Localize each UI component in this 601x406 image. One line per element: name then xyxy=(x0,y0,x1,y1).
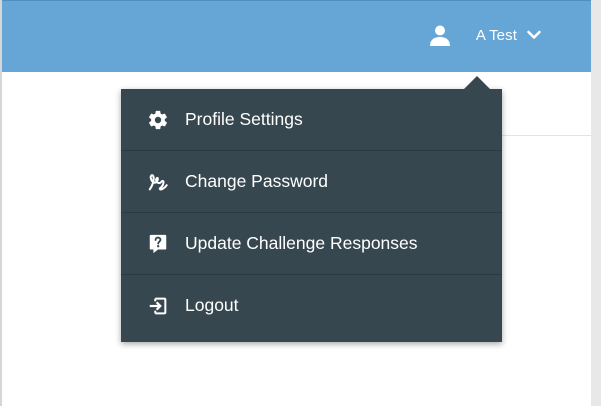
user-menu-toggle[interactable]: A Test xyxy=(428,23,543,47)
dropdown-caret xyxy=(464,76,490,89)
top-bar: A Test xyxy=(2,0,591,72)
menu-item-label: Change Password xyxy=(185,170,328,191)
logout-icon xyxy=(147,295,169,317)
menu-item-update-challenge-responses[interactable]: Update Challenge Responses xyxy=(121,213,502,275)
user-dropdown-menu: Profile Settings Change Password Update … xyxy=(121,76,502,342)
menu-item-profile-settings[interactable]: Profile Settings xyxy=(121,89,502,151)
content-divider xyxy=(502,135,591,136)
menu-item-label: Update Challenge Responses xyxy=(185,232,418,253)
menu-item-label: Logout xyxy=(185,295,239,316)
app-window: A Test Profile Settings Change Password … xyxy=(0,0,601,406)
menu-item-label: Profile Settings xyxy=(185,108,303,129)
chevron-down-icon xyxy=(525,26,543,44)
signature-icon xyxy=(147,171,169,193)
user-name: A Test xyxy=(475,26,517,44)
question-mark-icon xyxy=(147,233,169,255)
gear-icon xyxy=(147,109,169,131)
menu-item-logout[interactable]: Logout xyxy=(121,275,502,337)
menu-item-change-password[interactable]: Change Password xyxy=(121,151,502,213)
person-icon xyxy=(428,23,452,47)
